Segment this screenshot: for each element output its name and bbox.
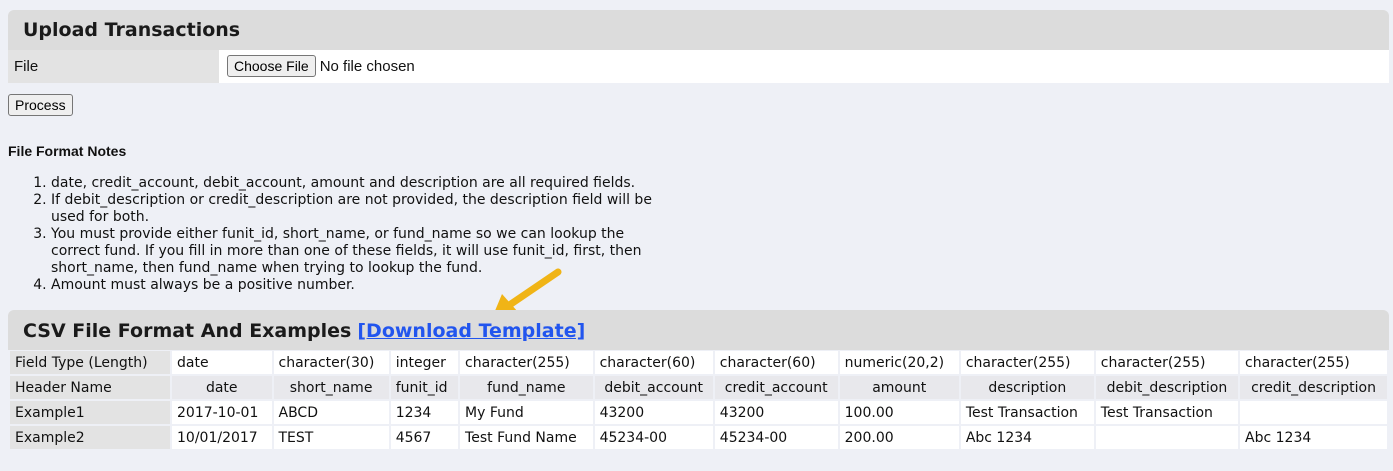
table-cell: My Fund	[460, 401, 593, 426]
download-template-link[interactable]: [Download Template]	[357, 320, 585, 342]
file-status-text: No file chosen	[319, 58, 415, 75]
table-cell: Abc 1234	[1240, 426, 1387, 451]
upload-transactions-heading: Upload Transactions	[8, 10, 1389, 50]
table-cell: date	[172, 351, 272, 376]
table-cell: TEST	[273, 426, 389, 451]
table-cell: 2017-10-01	[172, 401, 272, 426]
file-label: File	[8, 50, 219, 83]
note-item: date, credit_account, debit_account, amo…	[51, 175, 671, 192]
table-header-cell: description	[960, 376, 1094, 401]
table-row: Field Type (Length) date character(30) i…	[10, 351, 1387, 376]
table-cell: Test Fund Name	[460, 426, 593, 451]
table-row: Header Name date short_name funit_id fun…	[10, 376, 1387, 401]
table-cell: 10/01/2017	[172, 426, 272, 451]
table-header-cell: short_name	[273, 376, 389, 401]
csv-format-heading: CSV File Format And Examples [Download Te…	[8, 310, 1389, 350]
table-cell: 200.00	[839, 426, 959, 451]
file-row: File Choose File No file chosen	[8, 50, 1389, 83]
csv-title: CSV File Format And Examples	[23, 320, 352, 342]
table-cell: character(255)	[460, 351, 593, 376]
row-label: Header Name	[10, 376, 170, 401]
note-item: Amount must always be a positive number.	[51, 277, 671, 294]
table-cell: numeric(20,2)	[839, 351, 959, 376]
table-cell: character(30)	[273, 351, 389, 376]
table-cell: character(60)	[594, 351, 713, 376]
table-cell: 45234-00	[714, 426, 838, 451]
table-header-cell: credit_account	[714, 376, 838, 401]
table-header-cell: credit_description	[1240, 376, 1387, 401]
table-cell: 1234	[390, 401, 459, 426]
file-format-notes-list: date, credit_account, debit_account, amo…	[51, 175, 671, 294]
table-header-cell: fund_name	[460, 376, 593, 401]
table-cell: Test Transaction	[1095, 401, 1239, 426]
table-cell: 100.00	[839, 401, 959, 426]
table-header-cell: debit_account	[594, 376, 713, 401]
note-item: If debit_description or credit_descripti…	[51, 192, 671, 226]
table-cell: Abc 1234	[960, 426, 1094, 451]
row-label: Example2	[10, 426, 170, 451]
choose-file-button[interactable]: Choose File	[227, 55, 316, 77]
table-cell: 43200	[594, 401, 713, 426]
table-header-cell: amount	[839, 376, 959, 401]
table-cell: character(255)	[960, 351, 1094, 376]
process-button[interactable]: Process	[8, 94, 73, 116]
row-label: Field Type (Length)	[10, 351, 170, 376]
table-cell: 45234-00	[594, 426, 713, 451]
table-cell: character(255)	[1095, 351, 1239, 376]
csv-format-table: Field Type (Length) date character(30) i…	[8, 351, 1389, 451]
table-cell: ABCD	[273, 401, 389, 426]
table-header-cell: funit_id	[390, 376, 459, 401]
table-header-cell: date	[172, 376, 272, 401]
table-row: Example1 2017-10-01 ABCD 1234 My Fund 43…	[10, 401, 1387, 426]
table-cell: character(255)	[1240, 351, 1387, 376]
table-header-cell: debit_description	[1095, 376, 1239, 401]
file-input[interactable]: Choose File No file chosen	[227, 55, 415, 77]
table-cell: character(60)	[714, 351, 838, 376]
table-cell	[1240, 401, 1387, 426]
table-cell	[1095, 426, 1239, 451]
table-cell: Test Transaction	[960, 401, 1094, 426]
table-cell: 43200	[714, 401, 838, 426]
upload-title: Upload Transactions	[23, 19, 241, 41]
note-item: You must provide either funit_id, short_…	[51, 226, 671, 277]
table-row: Example2 10/01/2017 TEST 4567 Test Fund …	[10, 426, 1387, 451]
table-cell: 4567	[390, 426, 459, 451]
file-format-notes-title: File Format Notes	[8, 143, 127, 159]
row-label: Example1	[10, 401, 170, 426]
table-cell: integer	[390, 351, 459, 376]
